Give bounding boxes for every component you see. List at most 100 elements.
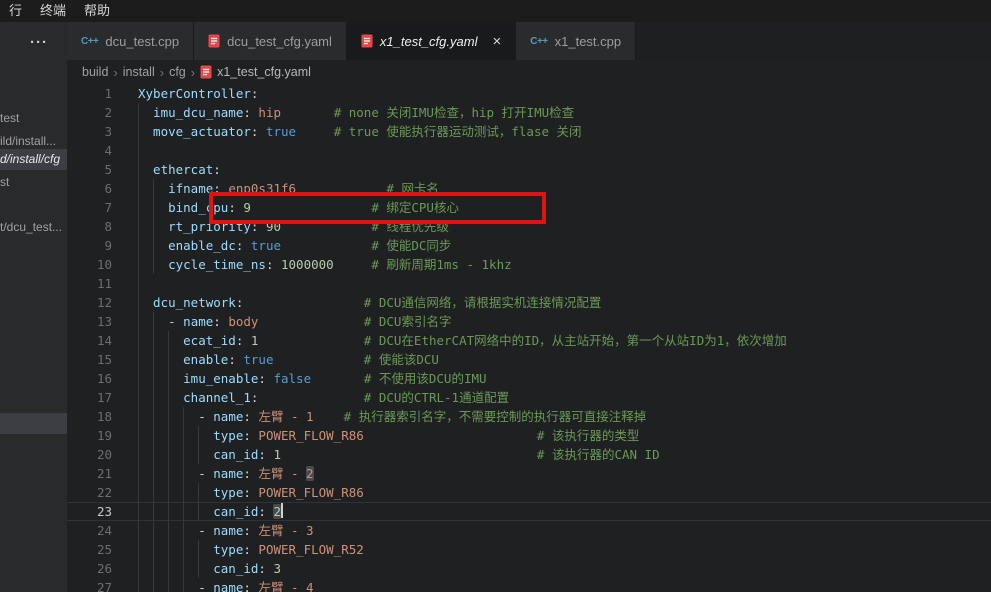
indent-guide-icon bbox=[138, 483, 139, 502]
code-line[interactable]: 15 enable: true # 使能该DCU bbox=[67, 350, 991, 369]
code-line[interactable]: 5 ethercat: bbox=[67, 160, 991, 179]
breadcrumb[interactable]: build›install›cfg›x1_test_cfg.yaml bbox=[67, 60, 991, 84]
tab-x1_test.cpp[interactable]: C++x1_test.cpp bbox=[516, 22, 636, 60]
indent-guide-icon bbox=[138, 426, 139, 445]
punctuation: : bbox=[251, 86, 259, 101]
code-line[interactable]: 25 type: POWER_FLOW_R52 bbox=[67, 540, 991, 559]
code-line[interactable]: 19 type: POWER_FLOW_R86 # 该执行器的类型 bbox=[67, 426, 991, 445]
breadcrumb-item[interactable]: install bbox=[123, 65, 155, 79]
sidebar-item[interactable]: d/install/cfg bbox=[0, 149, 67, 170]
code-line[interactable]: 2 imu_dcu_name: hip # none 关闭IMU检查，hip 打… bbox=[67, 103, 991, 122]
code-line[interactable]: 13 - name: body # DCU索引名字 bbox=[67, 312, 991, 331]
comment: # none 关闭IMU检查，hip 打开IMU检查 bbox=[334, 105, 574, 120]
code-line-content bbox=[138, 141, 991, 160]
code-line[interactable]: 6 ifname: enp0s31f6 # 网卡名 bbox=[67, 179, 991, 198]
indent-guide-icon bbox=[168, 426, 169, 445]
sidebar-item[interactable]: t/dcu_test... bbox=[0, 217, 67, 238]
code-editor[interactable]: 1XyberController:2 imu_dcu_name: hip # n… bbox=[67, 84, 991, 592]
punctuation: : bbox=[213, 162, 221, 177]
indent-guide-icon bbox=[153, 255, 154, 274]
code-line-content bbox=[138, 274, 991, 293]
code-line[interactable]: 23 can_id: 2 bbox=[67, 502, 991, 521]
menu-item-帮助[interactable]: 帮助 bbox=[77, 0, 117, 22]
string-value: POWER_FLOW_R52 bbox=[258, 542, 363, 557]
tab-dcu_test.cpp[interactable]: C++dcu_test.cpp bbox=[67, 22, 194, 60]
more-actions-ellipsis-icon[interactable]: ··· bbox=[30, 34, 48, 51]
breadcrumb-file[interactable]: x1_test_cfg.yaml bbox=[200, 65, 311, 79]
indent-guide-icon bbox=[138, 198, 139, 217]
line-number: 11 bbox=[67, 274, 138, 293]
indent-guide-icon bbox=[153, 407, 154, 426]
indent-guide-icon bbox=[153, 312, 154, 331]
punctuation: : bbox=[243, 105, 251, 120]
indent-guide-icon bbox=[138, 445, 139, 464]
indent-guide-icon bbox=[168, 540, 169, 559]
line-number: 14 bbox=[67, 331, 138, 350]
code-line[interactable]: 27 - name: 左臂 - 4 bbox=[67, 578, 991, 592]
code-line[interactable]: 24 - name: 左臂 - 3 bbox=[67, 521, 991, 540]
code-line-content: ecat_id: 1 # DCU在EtherCAT网络中的ID，从主站开始，第一… bbox=[138, 331, 991, 350]
tab-x1_test_cfg.yaml[interactable]: x1_test_cfg.yaml× bbox=[347, 22, 516, 60]
indent-guide-icon bbox=[153, 559, 154, 578]
indent-guide-icon bbox=[168, 502, 169, 521]
yaml-file-icon bbox=[361, 34, 373, 48]
line-number: 18 bbox=[67, 407, 138, 426]
whitespace bbox=[258, 314, 363, 329]
menu-item-终端[interactable]: 终端 bbox=[33, 0, 73, 22]
bool-value: true bbox=[266, 124, 296, 139]
code-line[interactable]: 12 dcu_network: # DCU通信网络，请根据实机连接情况配置 bbox=[67, 293, 991, 312]
comment: # DCU的CTRL-1通道配置 bbox=[364, 390, 509, 405]
code-line[interactable]: 26 can_id: 3 bbox=[67, 559, 991, 578]
code-line[interactable]: 16 imu_enable: false # 不使用该DCU的IMU bbox=[67, 369, 991, 388]
code-line[interactable]: 18 - name: 左臂 - 1 # 执行器索引名字，不需要控制的执行器可直接… bbox=[67, 407, 991, 426]
word-highlight: 2 bbox=[306, 466, 314, 481]
breadcrumb-item[interactable]: build bbox=[82, 65, 108, 79]
code-line-content: imu_enable: false # 不使用该DCU的IMU bbox=[138, 369, 991, 388]
sidebar-item[interactable]: test bbox=[0, 108, 67, 129]
indent-guide-icon bbox=[138, 122, 139, 141]
yaml-key: rt_priority bbox=[138, 219, 251, 234]
code-line[interactable]: 3 move_actuator: true # true 使能执行器运动测试，f… bbox=[67, 122, 991, 141]
comment: # DCU索引名字 bbox=[364, 314, 452, 329]
number-value: 9 bbox=[243, 200, 251, 215]
code-line[interactable]: 11 bbox=[67, 274, 991, 293]
indent-guide-icon bbox=[153, 198, 154, 217]
tab-close-icon[interactable]: × bbox=[492, 34, 501, 49]
line-number: 10 bbox=[67, 255, 138, 274]
sidebar-highlight-row[interactable] bbox=[0, 413, 67, 434]
code-line[interactable]: 22 type: POWER_FLOW_R86 bbox=[67, 483, 991, 502]
code-line[interactable]: 4 bbox=[67, 141, 991, 160]
punctuation: : bbox=[228, 352, 236, 367]
code-line[interactable]: 1XyberController: bbox=[67, 84, 991, 103]
code-line[interactable]: 17 channel_1: # DCU的CTRL-1通道配置 bbox=[67, 388, 991, 407]
yaml-key: move_actuator bbox=[138, 124, 251, 139]
line-number: 2 bbox=[67, 103, 138, 122]
indent-guide-icon bbox=[168, 521, 169, 540]
code-line[interactable]: 20 can_id: 1 # 该执行器的CAN ID bbox=[67, 445, 991, 464]
code-line[interactable]: 21 - name: 左臂 - 2 bbox=[67, 464, 991, 483]
indent-guide-icon bbox=[168, 559, 169, 578]
indent-guide-icon bbox=[183, 502, 184, 521]
breadcrumb-separator-icon: › bbox=[191, 65, 195, 80]
line-number: 6 bbox=[67, 179, 138, 198]
menu-item-行[interactable]: 行 bbox=[2, 0, 29, 22]
indent-guide-icon bbox=[198, 426, 199, 445]
tab-dcu_test_cfg.yaml[interactable]: dcu_test_cfg.yaml bbox=[194, 22, 347, 60]
yaml-key: cycle_time_ns bbox=[138, 257, 266, 272]
comment: # DCU在EtherCAT网络中的ID，从主站开始，第一个从站ID为1，依次增… bbox=[364, 333, 787, 348]
punctuation: - bbox=[168, 314, 176, 329]
indent-guide-icon bbox=[168, 388, 169, 407]
code-line[interactable]: 8 rt_priority: 90 # 线程优先级 bbox=[67, 217, 991, 236]
tab-bar: C++dcu_test.cppdcu_test_cfg.yamlx1_test_… bbox=[67, 22, 991, 60]
whitespace bbox=[258, 390, 363, 405]
yaml-key: ethercat bbox=[138, 162, 213, 177]
indent-guide-icon bbox=[138, 217, 139, 236]
sidebar-item[interactable]: st bbox=[0, 172, 67, 193]
indent-guide-icon bbox=[168, 369, 169, 388]
code-line[interactable]: 10 cycle_time_ns: 1000000 # 刷新周期1ms - 1k… bbox=[67, 255, 991, 274]
code-line[interactable]: 7 bind_cpu: 9 # 绑定CPU核心 bbox=[67, 198, 991, 217]
code-line[interactable]: 14 ecat_id: 1 # DCU在EtherCAT网络中的ID，从主站开始… bbox=[67, 331, 991, 350]
code-line[interactable]: 9 enable_dc: true # 使能DC同步 bbox=[67, 236, 991, 255]
breadcrumb-item[interactable]: cfg bbox=[169, 65, 186, 79]
string-value: body bbox=[228, 314, 258, 329]
